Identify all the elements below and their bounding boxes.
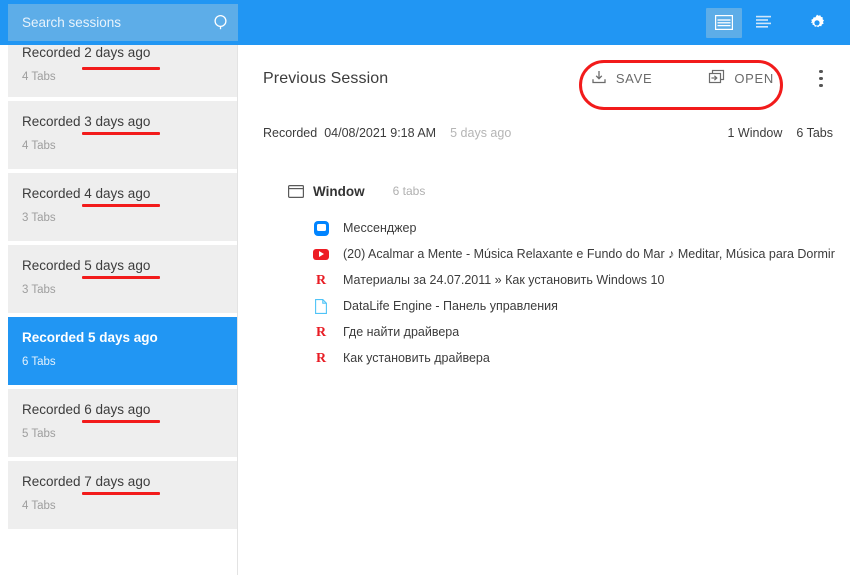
tab-title: Где найти драйвера: [343, 325, 460, 339]
view-list-dense-icon[interactable]: [706, 7, 742, 38]
remontka-icon: R: [315, 350, 327, 366]
tab-title: (20) Acalmar a Mente - Música Relaxante …: [343, 247, 835, 261]
meta-window-count: 1 Window: [727, 126, 783, 140]
tab-title: Мессенджер: [343, 221, 417, 235]
tab-list: Мессенджер (20) Acalmar a Mente - Música…: [238, 215, 850, 371]
session-card[interactable]: Recorded 7 days ago 4 Tabs: [8, 461, 237, 529]
meta-recorded-label: Recorded: [263, 126, 318, 140]
session-title: Recorded 5 days ago: [22, 258, 151, 273]
sessions-sidebar[interactable]: Recorded 2 days ago 4 Tabs Recorded 3 da…: [0, 45, 237, 575]
meta-tab-count: 6 Tabs: [796, 126, 833, 140]
save-download-icon: [591, 69, 607, 88]
session-card[interactable]: Recorded 6 days ago 5 Tabs: [8, 389, 237, 457]
page-icon: [313, 298, 329, 314]
session-tab-count: 5 Tabs: [22, 428, 56, 440]
session-card[interactable]: Recorded 5 days ago 3 Tabs: [8, 245, 237, 313]
session-tab-count: 4 Tabs: [22, 71, 56, 83]
gear-icon[interactable]: [796, 0, 838, 45]
annotation-underline: [82, 132, 160, 135]
tab-title: DataLife Engine - Панель управления: [343, 299, 558, 313]
meta-relative-time: 5 days ago: [450, 126, 512, 140]
session-title: Recorded 7 days ago: [22, 474, 151, 489]
tab-title: Материалы за 24.07.2011 » Как установить…: [343, 273, 665, 287]
open-in-window-icon: [708, 69, 725, 88]
tab-row[interactable]: (20) Acalmar a Mente - Música Relaxante …: [238, 241, 850, 267]
tab-row[interactable]: Мессенджер: [238, 215, 850, 241]
meta-recorded-date: 04/08/2021 9:18 AM: [324, 126, 437, 140]
youtube-icon: [313, 246, 329, 262]
more-vertical-icon[interactable]: [806, 62, 836, 96]
session-card[interactable]: Recorded 4 days ago 3 Tabs: [8, 173, 237, 241]
view-list-icon[interactable]: [746, 8, 782, 38]
window-group: Window 6 tabs Мессенджер (20) Acalmar a …: [238, 178, 850, 371]
session-title: Recorded 2 days ago: [22, 45, 151, 60]
session-card[interactable]: Recorded 2 days ago 4 Tabs: [8, 45, 237, 97]
top-bar-actions: [706, 0, 838, 45]
session-title: Recorded 6 days ago: [22, 402, 151, 417]
session-title: Recorded 4 days ago: [22, 186, 151, 201]
session-title: Recorded 5 days ago: [22, 330, 158, 345]
annotation-underline: [82, 204, 160, 207]
session-tab-count: 6 Tabs: [22, 356, 56, 368]
session-card[interactable]: Recorded 3 days ago 4 Tabs: [8, 101, 237, 169]
remontka-icon: R: [315, 324, 327, 340]
save-label: SAVE: [615, 71, 653, 86]
remontka-icon: R: [315, 272, 327, 288]
search-icon[interactable]: [204, 4, 238, 41]
window-label: Window: [313, 183, 365, 199]
session-tab-count: 4 Tabs: [22, 140, 56, 152]
annotation-underline: [82, 276, 160, 279]
detail-header: Previous Session SAVE OPEN: [238, 45, 850, 112]
tab-row[interactable]: R Где найти драйвера: [238, 319, 850, 345]
session-tab-count: 3 Tabs: [22, 284, 56, 296]
search-input[interactable]: [8, 14, 204, 31]
session-meta: Recorded 04/08/2021 9:18 AM 5 days ago 1…: [238, 112, 850, 154]
window-header[interactable]: Window 6 tabs: [238, 178, 850, 204]
save-button[interactable]: SAVE: [581, 63, 663, 94]
annotation-underline: [82, 420, 160, 423]
open-button[interactable]: OPEN: [698, 63, 784, 94]
session-manager-app: Recorded 2 days ago 4 Tabs Recorded 3 da…: [0, 0, 850, 575]
tab-row[interactable]: R Как установить драйвера: [238, 345, 850, 371]
tab-title: Как установить драйвера: [343, 351, 490, 365]
annotation-underline: [82, 492, 160, 495]
window-icon: [288, 184, 310, 198]
tab-row[interactable]: R Материалы за 24.07.2011 » Как установи…: [238, 267, 850, 293]
top-bar: [0, 0, 850, 45]
tab-row[interactable]: DataLife Engine - Панель управления: [238, 293, 850, 319]
session-tab-count: 4 Tabs: [22, 500, 56, 512]
session-tab-count: 3 Tabs: [22, 212, 56, 224]
open-label: OPEN: [734, 71, 774, 86]
window-tab-count: 6 tabs: [392, 184, 426, 198]
search-box[interactable]: [8, 4, 238, 41]
session-detail-panel: Previous Session SAVE OPEN Recorded 04/0…: [237, 45, 850, 575]
page-title: Previous Session: [263, 69, 389, 87]
annotation-underline: [82, 67, 160, 70]
session-card-selected[interactable]: Recorded 5 days ago 6 Tabs: [8, 317, 237, 385]
messenger-icon: [313, 220, 329, 236]
session-title: Recorded 3 days ago: [22, 114, 151, 129]
